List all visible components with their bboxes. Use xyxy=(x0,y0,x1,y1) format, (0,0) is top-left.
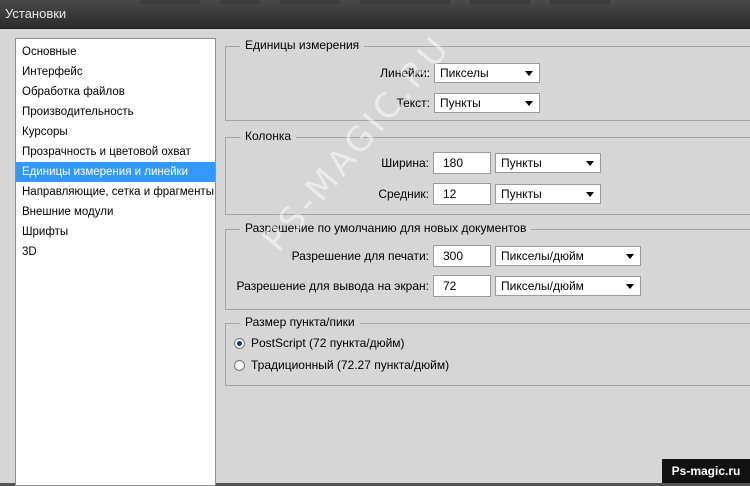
preferences-dialog: Основные Интерфейс Обработка файлов Прои… xyxy=(0,27,750,486)
screen-resolution-unit-value: Пикселы/дюйм xyxy=(501,279,584,293)
sidebar-item-plugins[interactable]: Внешние модули xyxy=(16,202,215,222)
chevron-down-icon xyxy=(525,101,533,106)
print-resolution-label: Разрешение для печати: xyxy=(291,249,429,263)
sidebar-item-performance[interactable]: Производительность xyxy=(16,102,215,122)
column-width-input[interactable]: 180 xyxy=(433,152,491,174)
resolution-group: Разрешение по умолчанию для новых докуме… xyxy=(225,221,750,310)
screen-resolution-unit-select[interactable]: Пикселы/дюйм xyxy=(495,276,641,296)
screen-resolution-row: Разрешение для вывода на экран: 72 Пиксе… xyxy=(226,275,750,297)
title-decoration xyxy=(280,0,340,4)
title-decoration xyxy=(140,0,200,4)
title-decoration xyxy=(220,0,260,4)
postscript-radio-label: PostScript (72 пункта/дюйм) xyxy=(251,336,405,350)
print-resolution-input[interactable]: 300 xyxy=(433,245,491,267)
column-width-unit-value: Пункты xyxy=(501,156,542,170)
sidebar-item-guides-grid-slices[interactable]: Направляющие, сетка и фрагменты xyxy=(16,182,215,202)
chevron-down-icon xyxy=(525,71,533,76)
window-title: Установки xyxy=(5,6,67,21)
sidebar-item-3d[interactable]: 3D xyxy=(16,242,215,262)
gutter-unit-select[interactable]: Пункты xyxy=(495,184,601,204)
preferences-sidebar: Основные Интерфейс Обработка файлов Прои… xyxy=(15,38,216,486)
column-legend: Колонка xyxy=(240,129,297,143)
units-group: Единицы измерения Линейки: Пикселы Текст… xyxy=(225,38,750,121)
gutter-input[interactable]: 12 xyxy=(433,183,491,205)
column-width-row: Ширина: 180 Пункты xyxy=(226,152,750,174)
rulers-select[interactable]: Пикселы xyxy=(434,63,540,83)
gutter-row: Средник: 12 Пункты xyxy=(226,183,750,205)
rulers-row: Линейки: Пикселы xyxy=(226,62,750,84)
text-units-label: Текст: xyxy=(396,96,430,110)
sidebar-item-type[interactable]: Шрифты xyxy=(16,222,215,242)
rulers-select-value: Пикселы xyxy=(440,66,489,80)
sidebar-item-general[interactable]: Основные xyxy=(16,42,215,62)
title-decoration xyxy=(360,0,450,4)
column-group: Колонка Ширина: 180 Пункты Средник: 12 П… xyxy=(225,129,750,215)
title-bar: Установки xyxy=(0,0,750,29)
sidebar-item-transparency-gamut[interactable]: Прозрачность и цветовой охват xyxy=(16,142,215,162)
point-size-legend: Размер пункта/пики xyxy=(240,315,360,329)
title-decoration xyxy=(550,0,610,4)
print-resolution-row: Разрешение для печати: 300 Пикселы/дюйм xyxy=(226,245,750,267)
radio-checked-icon[interactable] xyxy=(234,338,245,349)
chevron-down-icon xyxy=(626,254,634,259)
resolution-legend: Разрешение по умолчанию для новых докуме… xyxy=(240,221,532,235)
point-size-group: Размер пункта/пики PostScript (72 пункта… xyxy=(225,315,750,386)
gutter-unit-value: Пункты xyxy=(501,187,542,201)
print-resolution-unit-value: Пикселы/дюйм xyxy=(501,249,584,263)
radio-unchecked-icon[interactable] xyxy=(234,360,245,371)
text-units-select[interactable]: Пункты xyxy=(434,93,540,113)
chevron-down-icon xyxy=(586,161,594,166)
traditional-radio-label: Традиционный (72.27 пункта/дюйм) xyxy=(251,358,450,372)
column-width-unit-select[interactable]: Пункты xyxy=(495,153,601,173)
chevron-down-icon xyxy=(586,192,594,197)
screen-resolution-label: Разрешение для вывода на экран: xyxy=(236,279,429,293)
sidebar-item-cursors[interactable]: Курсоры xyxy=(16,122,215,142)
sidebar-item-units-rulers[interactable]: Единицы измерения и линейки xyxy=(16,162,215,182)
print-resolution-unit-select[interactable]: Пикселы/дюйм xyxy=(495,246,641,266)
screen-resolution-input[interactable]: 72 xyxy=(433,275,491,297)
gutter-label: Средник: xyxy=(378,187,429,201)
column-width-label: Ширина: xyxy=(381,156,429,170)
title-decoration xyxy=(470,0,530,4)
sidebar-item-interface[interactable]: Интерфейс xyxy=(16,62,215,82)
site-brand-label: Ps-magic.ru xyxy=(662,459,750,483)
units-legend: Единицы измерения xyxy=(240,38,365,52)
sidebar-item-file-handling[interactable]: Обработка файлов xyxy=(16,82,215,102)
text-units-row: Текст: Пункты xyxy=(226,92,750,114)
text-units-select-value: Пункты xyxy=(440,96,481,110)
rulers-label: Линейки: xyxy=(380,66,430,80)
chevron-down-icon xyxy=(626,284,634,289)
